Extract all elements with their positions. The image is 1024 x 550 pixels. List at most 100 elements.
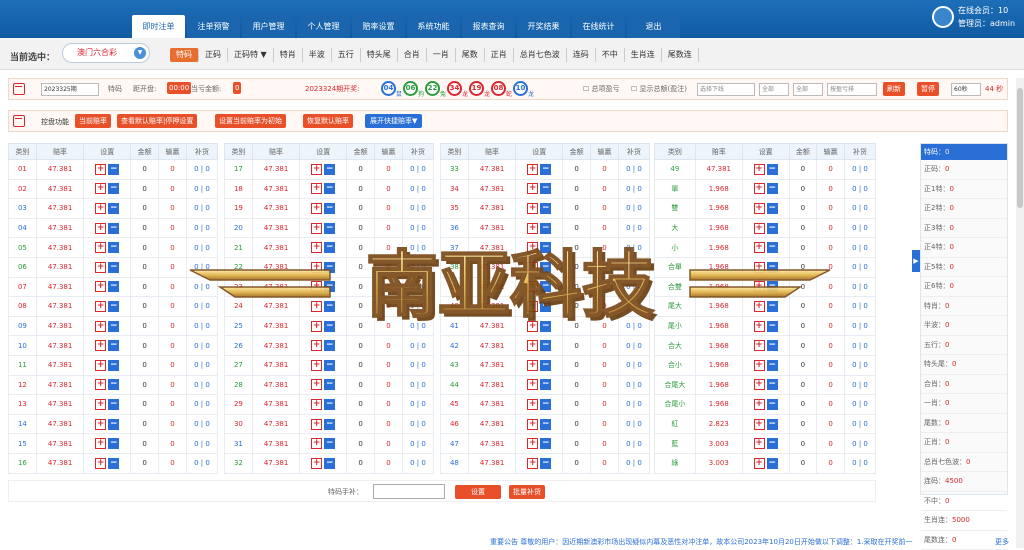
odds-cell[interactable]: 3.003 — [695, 453, 742, 473]
minus-icon[interactable]: − — [767, 379, 778, 390]
top-nav-tab[interactable]: 报表查询 — [462, 15, 515, 38]
restock-cell[interactable]: 0 | 0 — [618, 375, 649, 395]
play-tab[interactable]: 不中 — [596, 48, 625, 62]
restock-cell[interactable]: 0 | 0 — [618, 179, 649, 199]
odds-cell[interactable]: 47.381 — [468, 414, 515, 434]
restock-cell[interactable]: 0 | 0 — [186, 336, 217, 356]
play-tab[interactable]: 特头尾 — [361, 48, 398, 62]
odds-cell[interactable]: 2.823 — [695, 414, 742, 434]
minus-icon[interactable]: − — [108, 301, 119, 312]
minus-icon[interactable]: − — [767, 419, 778, 430]
minus-icon[interactable]: − — [540, 183, 551, 194]
plus-icon[interactable]: + — [311, 458, 322, 469]
minus-icon[interactable]: − — [540, 379, 551, 390]
downline-select[interactable]: 选择下线 — [697, 83, 755, 96]
minus-icon[interactable]: − — [108, 281, 119, 292]
restock-cell[interactable]: 0 | 0 — [618, 160, 649, 180]
restock-cell[interactable]: 0 | 0 — [618, 414, 649, 434]
minus-icon[interactable]: − — [540, 164, 551, 175]
minus-icon[interactable]: − — [767, 164, 778, 175]
restock-cell[interactable]: 0 | 0 — [402, 395, 433, 415]
restock-cell[interactable]: 0 | 0 — [845, 453, 876, 473]
restock-cell[interactable]: 0 | 0 — [845, 277, 876, 297]
restock-cell[interactable]: 0 | 0 — [186, 375, 217, 395]
odds-cell[interactable]: 47.381 — [36, 160, 83, 180]
minus-icon[interactable]: − — [324, 379, 335, 390]
restock-cell[interactable]: 0 | 0 — [186, 179, 217, 199]
total-profit-checkbox[interactable]: ☐ 总项盈亏 — [583, 84, 620, 94]
set-button[interactable]: 设置 — [455, 485, 501, 499]
minus-icon[interactable]: − — [108, 399, 119, 410]
play-tab[interactable]: 半波 — [303, 48, 332, 62]
odds-cell[interactable]: 47.381 — [36, 277, 83, 297]
restock-cell[interactable]: 0 | 0 — [618, 434, 649, 454]
plus-icon[interactable]: + — [527, 419, 538, 430]
odds-cell[interactable]: 47.381 — [36, 434, 83, 454]
side-toggle-icon[interactable]: ▶ — [912, 250, 920, 272]
plus-icon[interactable]: + — [527, 340, 538, 351]
odds-cell[interactable]: 1.968 — [695, 395, 742, 415]
plus-icon[interactable]: + — [95, 438, 106, 449]
more-link[interactable]: 更多 — [995, 537, 1009, 547]
refresh-button[interactable]: 刷新 — [883, 82, 905, 96]
minus-icon[interactable]: − — [108, 379, 119, 390]
restock-cell[interactable]: 0 | 0 — [186, 199, 217, 219]
odds-cell[interactable]: 47.381 — [468, 434, 515, 454]
minus-icon[interactable]: − — [767, 183, 778, 194]
odds-cell[interactable]: 47.381 — [36, 453, 83, 473]
plus-icon[interactable]: + — [95, 262, 106, 273]
minus-icon[interactable]: − — [767, 438, 778, 449]
odds-cell[interactable]: 47.381 — [468, 453, 515, 473]
restock-cell[interactable]: 0 | 0 — [845, 414, 876, 434]
restock-cell[interactable]: 0 | 0 — [618, 199, 649, 219]
odds-cell[interactable]: 47.381 — [252, 199, 299, 219]
minus-icon[interactable]: − — [108, 164, 119, 175]
odds-cell[interactable]: 47.381 — [252, 160, 299, 180]
top-nav-tab[interactable]: 用户管理 — [242, 15, 295, 38]
top-nav-tab[interactable]: 在线统计 — [572, 15, 625, 38]
minus-icon[interactable]: − — [767, 340, 778, 351]
batch-fill-button[interactable]: 批量补货 — [509, 485, 545, 499]
minus-icon[interactable]: − — [324, 164, 335, 175]
plus-icon[interactable]: + — [95, 340, 106, 351]
default-odds-button[interactable]: 查看默认赔率|停押设置 — [117, 114, 197, 128]
minus-icon[interactable]: − — [324, 340, 335, 351]
play-tab[interactable]: 五行 — [332, 48, 361, 62]
plus-icon[interactable]: + — [95, 458, 106, 469]
play-tab[interactable]: 生肖连 — [625, 48, 662, 62]
restock-cell[interactable]: 0 | 0 — [402, 414, 433, 434]
plus-icon[interactable]: + — [754, 203, 765, 214]
restock-cell[interactable]: 0 | 0 — [845, 434, 876, 454]
plus-icon[interactable]: + — [754, 379, 765, 390]
current-odds-button[interactable]: 当前赔率 — [75, 114, 111, 128]
minus-icon[interactable]: − — [324, 360, 335, 371]
odds-cell[interactable]: 47.381 — [252, 355, 299, 375]
restore-odds-button[interactable]: 恢复默认赔率 — [303, 114, 353, 128]
restock-cell[interactable]: 0 | 0 — [845, 199, 876, 219]
restock-cell[interactable]: 0 | 0 — [618, 355, 649, 375]
minus-icon[interactable]: − — [540, 438, 551, 449]
sort-select[interactable]: 按盈亏排 — [827, 83, 877, 96]
restock-cell[interactable]: 0 | 0 — [402, 336, 433, 356]
restock-cell[interactable]: 0 | 0 — [402, 375, 433, 395]
plus-icon[interactable]: + — [527, 360, 538, 371]
plus-icon[interactable]: + — [95, 399, 106, 410]
plus-icon[interactable]: + — [527, 183, 538, 194]
odds-cell[interactable]: 47.381 — [36, 297, 83, 317]
restock-cell[interactable]: 0 | 0 — [618, 395, 649, 415]
restock-cell[interactable]: 0 | 0 — [845, 375, 876, 395]
plus-icon[interactable]: + — [95, 183, 106, 194]
odds-cell[interactable]: 47.381 — [36, 414, 83, 434]
minus-icon[interactable]: − — [540, 458, 551, 469]
plus-icon[interactable]: + — [95, 321, 106, 332]
restock-cell[interactable]: 0 | 0 — [186, 414, 217, 434]
minus-icon[interactable]: − — [324, 458, 335, 469]
odds-cell[interactable]: 47.381 — [468, 160, 515, 180]
minus-icon[interactable]: − — [540, 399, 551, 410]
minus-icon[interactable]: − — [108, 360, 119, 371]
odds-cell[interactable]: 3.003 — [695, 434, 742, 454]
play-tab[interactable]: 正码特 ▼ — [228, 48, 274, 62]
plus-icon[interactable]: + — [311, 164, 322, 175]
minus-icon[interactable]: − — [324, 183, 335, 194]
top-nav-tab[interactable]: 开奖结果 — [517, 15, 570, 38]
